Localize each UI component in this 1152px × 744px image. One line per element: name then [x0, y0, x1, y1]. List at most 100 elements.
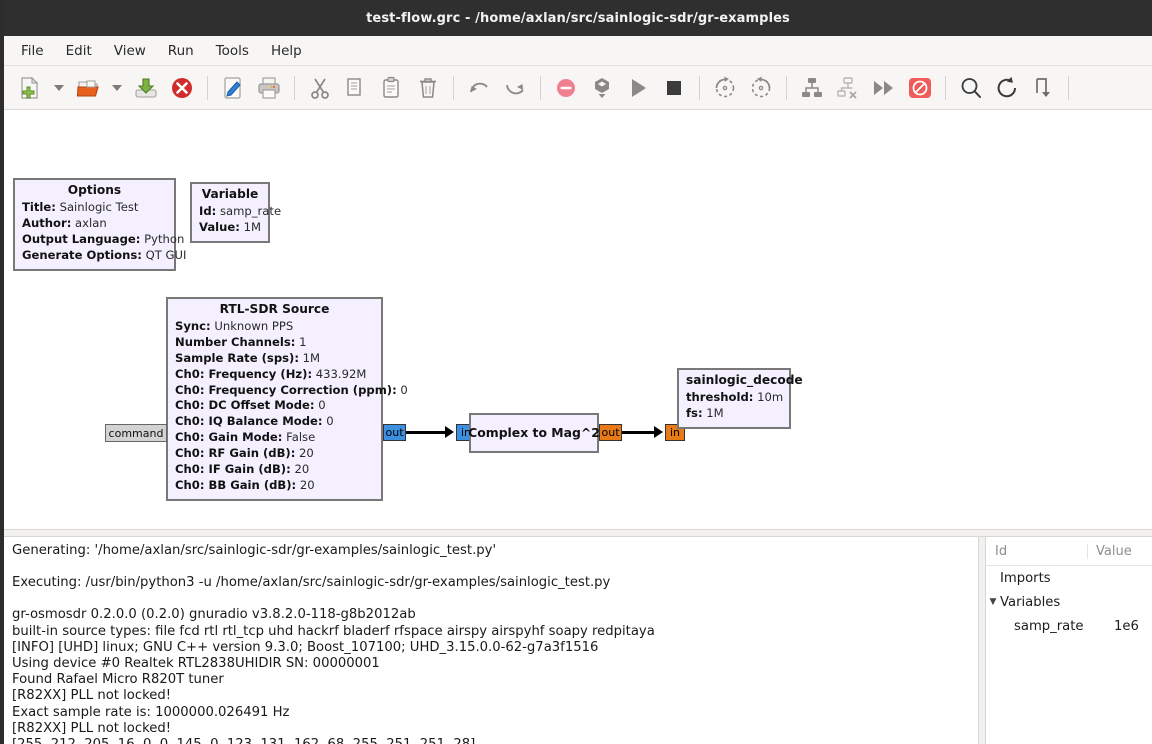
- menu-edit[interactable]: Edit: [55, 40, 103, 62]
- options-param-author: Author: axlan: [22, 215, 107, 230]
- new-flowgraph-button[interactable]: [12, 70, 48, 106]
- console-line: [R82XX] PLL not locked!: [12, 688, 172, 704]
- rtlsdr-command-port-label: command: [108, 426, 164, 440]
- tree-row-label: samp_rate: [1014, 618, 1084, 634]
- rtlsdr-source-block[interactable]: RTL-SDR Source Sync: Unknown PPS Number …: [166, 297, 408, 501]
- bypass-block-button[interactable]: [584, 70, 620, 106]
- generate-button[interactable]: [866, 70, 902, 106]
- rtlsdr-param-frequency-correction: Ch0: Frequency Correction (ppm): 0: [175, 382, 408, 397]
- remove-hier-button[interactable]: [830, 70, 866, 106]
- connection-arrow-rtlsdr-to-mag2: [445, 426, 454, 438]
- rotate-right-button[interactable]: [743, 70, 779, 106]
- cut-button[interactable]: [302, 70, 338, 106]
- window-body: File Edit View Run Tools Help Options Ti…: [4, 36, 1152, 744]
- toolbar-separator: [699, 75, 700, 100]
- chevron-down-icon: [112, 84, 122, 91]
- save-button[interactable]: [128, 70, 164, 106]
- variable-block-title: Variable: [201, 187, 259, 201]
- new-flowgraph-dropdown[interactable]: [48, 70, 70, 106]
- tree-row-imports[interactable]: Imports: [986, 566, 1152, 590]
- rtlsdr-param-iq-balance-mode: Ch0: IQ Balance Mode: 0: [175, 414, 334, 429]
- menu-help[interactable]: Help: [260, 40, 313, 62]
- rtlsdr-out-port[interactable]: out: [383, 424, 406, 441]
- variable-block[interactable]: Variable Id: samp_rate Value: 1M: [190, 182, 282, 243]
- sainlogic-decode-block-title: sainlogic_decode: [686, 373, 803, 387]
- chevron-down-icon[interactable]: ▼: [986, 597, 1000, 607]
- reload-blocks-button[interactable]: [989, 70, 1025, 106]
- console-output[interactable]: Generating: '/home/axlan/src/sainlogic-s…: [4, 537, 978, 744]
- rtlsdr-param-rf-gain: Ch0: RF Gain (dB): 20: [175, 446, 314, 461]
- open-recent-dropdown[interactable]: [106, 70, 128, 106]
- chevron-down-icon: [54, 84, 64, 91]
- rtlsdr-command-port[interactable]: command: [105, 424, 167, 442]
- console-line: Executing: /usr/bin/python3 -u /home/axl…: [12, 575, 611, 591]
- rtlsdr-param-gain-mode: Ch0: Gain Mode: False: [175, 430, 316, 445]
- create-hier-button[interactable]: [794, 70, 830, 106]
- rtlsdr-param-number-channels: Number Channels: 1: [175, 334, 307, 349]
- rtlsdr-param-dc-offset-mode: Ch0: DC Offset Mode: 0: [175, 398, 326, 413]
- console-line: [INFO] [UHD] linux; GNU C++ version 9.3.…: [12, 639, 599, 655]
- sainlogic-decode-block[interactable]: sainlogic_decode threshold: 10m fs: 1M: [677, 368, 803, 429]
- rtlsdr-param-bb-gain: Ch0: BB Gain (dB): 20: [175, 477, 315, 492]
- paste-button[interactable]: [374, 70, 410, 106]
- column-header-value[interactable]: Value: [1087, 543, 1152, 559]
- disable-block-button[interactable]: [548, 70, 584, 106]
- options-block[interactable]: Options Title: Sainlogic Test Author: ax…: [13, 178, 187, 271]
- connection-mag2-to-decode[interactable]: [622, 431, 656, 434]
- undo-button[interactable]: [461, 70, 497, 106]
- variable-param-id: Id: samp_rate: [199, 203, 282, 218]
- close-button[interactable]: [164, 70, 200, 106]
- execute-button[interactable]: [620, 70, 656, 106]
- tree-row-value: 1e6: [1114, 618, 1139, 634]
- flowgraph-canvas[interactable]: Options Title: Sainlogic Test Author: ax…: [4, 110, 1152, 529]
- toolbar-separator: [294, 75, 295, 100]
- connection-rtlsdr-to-mag2[interactable]: [406, 431, 448, 434]
- mag2-out-port-label: out: [601, 426, 620, 439]
- menu-tools[interactable]: Tools: [205, 40, 260, 62]
- delete-button[interactable]: [410, 70, 446, 106]
- rtlsdr-param-if-gain: Ch0: IF Gain (dB): 20: [175, 462, 310, 477]
- menu-file[interactable]: File: [10, 40, 55, 62]
- open-flowgraph-button[interactable]: [70, 70, 106, 106]
- decode-param-fs: fs: 1M: [686, 405, 724, 420]
- menubar: File Edit View Run Tools Help: [4, 36, 1152, 66]
- kill-button[interactable]: [656, 70, 692, 106]
- menu-run[interactable]: Run: [157, 40, 205, 62]
- grc-application-window: test-flow.grc - /home/axlan/src/sainlogi…: [0, 0, 1152, 744]
- console-line: Found Rafael Micro R820T tuner: [12, 672, 224, 688]
- console-line: built-in source types: file fcd rtl rtl_…: [12, 623, 655, 639]
- console-line: gr-osmosdr 0.2.0.0 (0.2.0) gnuradio v3.8…: [12, 607, 416, 623]
- toolbar-separator: [207, 75, 208, 100]
- horizontal-splitter[interactable]: [4, 529, 1152, 537]
- connection-arrow-mag2-to-decode: [654, 426, 663, 438]
- lower-area: Generating: '/home/axlan/src/sainlogic-s…: [4, 537, 1152, 744]
- menu-view[interactable]: View: [103, 40, 157, 62]
- rtlsdr-source-block-title: RTL-SDR Source: [219, 302, 330, 316]
- mag2-out-port[interactable]: out: [599, 424, 622, 441]
- toolbar-separator: [1068, 75, 1069, 100]
- console-line: Generating: '/home/axlan/src/sainlogic-s…: [12, 543, 497, 558]
- rtlsdr-param-frequency: Ch0: Frequency (Hz): 433.92M: [175, 366, 367, 381]
- find-block-button[interactable]: [953, 70, 989, 106]
- print-button[interactable]: [251, 70, 287, 106]
- options-param-generate-options: Generate Options: QT GUI: [22, 247, 187, 262]
- column-header-id[interactable]: Id: [986, 544, 1087, 559]
- redo-button[interactable]: [497, 70, 533, 106]
- errors-button[interactable]: [902, 70, 938, 106]
- tree-row-variables[interactable]: ▼ Variables: [986, 590, 1152, 614]
- window-title: test-flow.grc - /home/axlan/src/sainlogi…: [366, 10, 790, 26]
- variables-panel-header: Id Value: [986, 537, 1152, 566]
- complex-to-mag2-block[interactable]: Complex to Mag^2: [468, 413, 600, 453]
- edit-properties-button[interactable]: [215, 70, 251, 106]
- vertical-splitter[interactable]: [978, 537, 986, 744]
- copy-button[interactable]: [338, 70, 374, 106]
- rotate-left-button[interactable]: [707, 70, 743, 106]
- tree-row-samp-rate[interactable]: samp_rate 1e6: [986, 614, 1152, 638]
- toolbar-separator: [453, 75, 454, 100]
- window-titlebar: test-flow.grc - /home/axlan/src/sainlogi…: [4, 0, 1152, 36]
- console-line: [255, 212, 205, 16, 0, 0, 145, 0, 123, 1…: [12, 737, 970, 744]
- toggle-flag-button[interactable]: [1025, 70, 1061, 106]
- rtlsdr-param-sample-rate: Sample Rate (sps): 1M: [175, 350, 321, 365]
- console-line: Using device #0 Realtek RTL2838UHIDIR SN…: [12, 656, 380, 672]
